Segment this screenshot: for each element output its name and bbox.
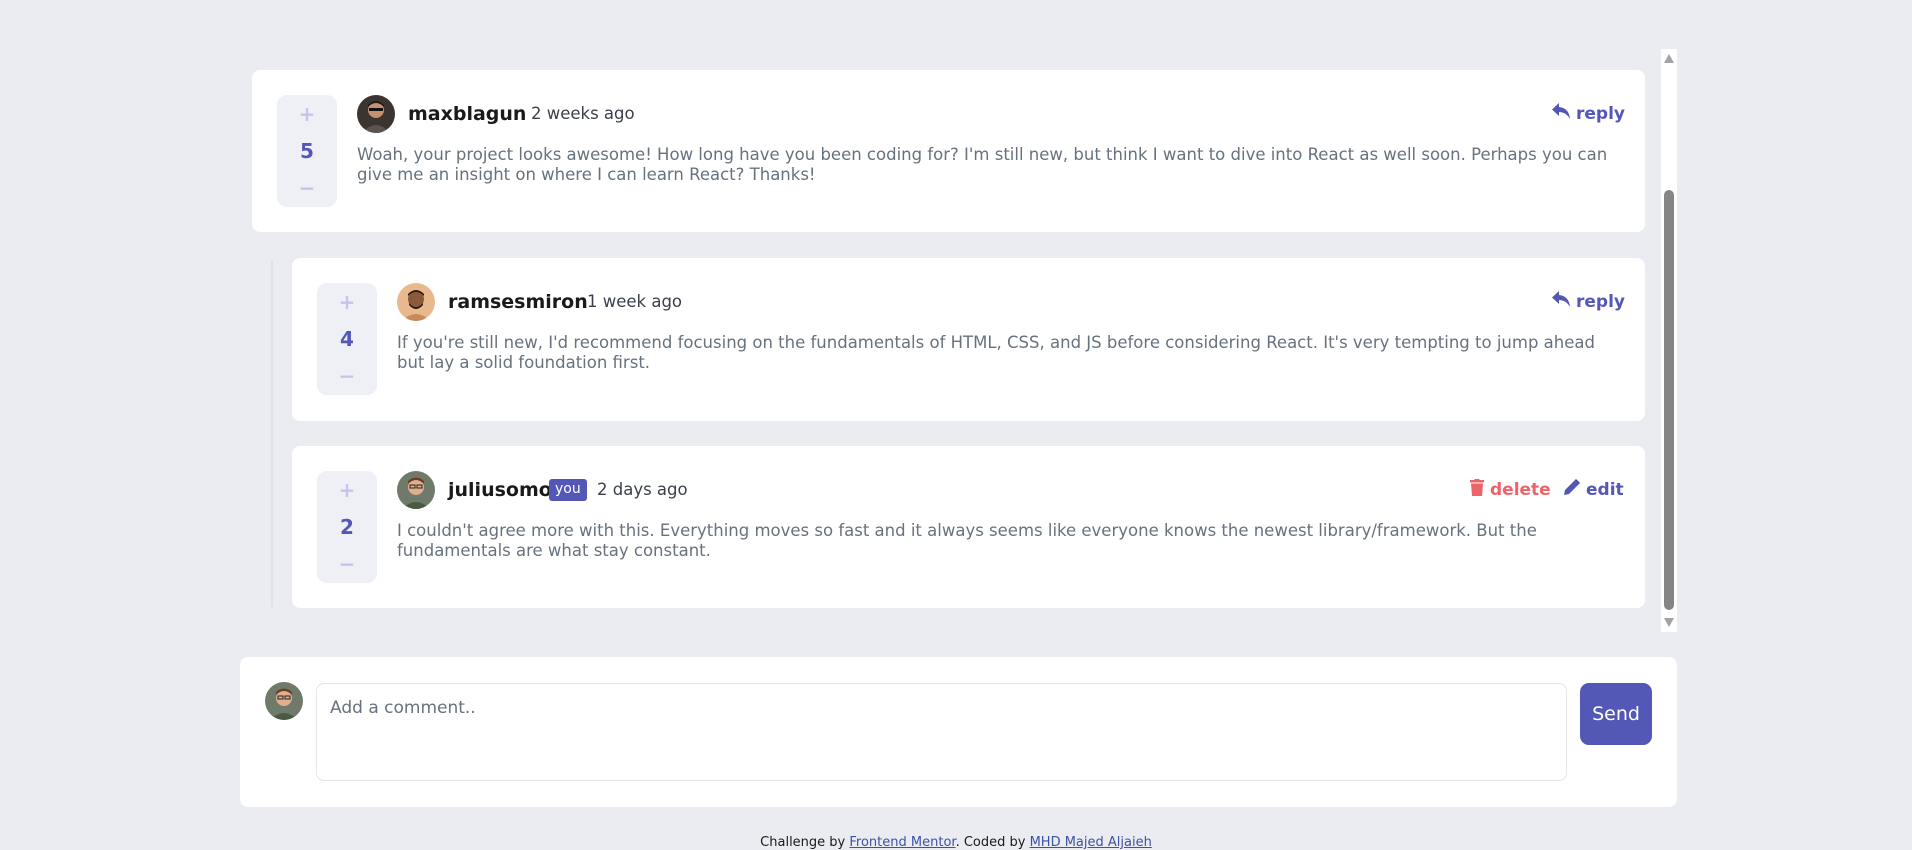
username[interactable]: ramsesmiron (448, 291, 588, 313)
avatar (397, 283, 435, 321)
send-button[interactable]: Send (1580, 683, 1652, 745)
pencil-icon (1564, 479, 1580, 500)
comment-text: Woah, your project looks awesome! How lo… (357, 145, 1608, 184)
score: 2 (340, 515, 354, 539)
avatar (357, 95, 395, 133)
reply-card: + 4 − ramsesmiron 1 week ago reply If yo… (292, 258, 1645, 421)
vertical-scrollbar[interactable] (1661, 49, 1677, 632)
comments-scroll-area[interactable]: + 5 − maxblagun 2 weeks ago reply Woah, … (240, 49, 1677, 632)
comment-card: + 5 − maxblagun 2 weeks ago reply Woah, … (252, 70, 1645, 232)
comment-text: I couldn't agree more with this. Everyth… (397, 521, 1537, 560)
vote-box: + 2 − (317, 471, 377, 583)
username[interactable]: juliusomo (448, 479, 552, 501)
score: 5 (300, 139, 314, 163)
current-user-avatar (265, 682, 303, 720)
timestamp: 1 week ago (587, 292, 683, 311)
reply-button[interactable]: reply (1552, 291, 1625, 312)
reply-arrow-icon (1552, 291, 1570, 312)
edit-button[interactable]: edit (1564, 479, 1624, 500)
footer-attribution: Challenge by Frontend Mentor. Coded by M… (0, 835, 1912, 850)
delete-button[interactable]: delete (1470, 479, 1551, 501)
upvote-button[interactable]: + (277, 104, 337, 124)
vote-box: + 4 − (317, 283, 377, 395)
you-badge: you (549, 479, 587, 501)
trash-icon (1470, 479, 1484, 501)
username[interactable]: maxblagun (408, 103, 526, 125)
thread-line (271, 260, 273, 607)
comments-list: + 5 − maxblagun 2 weeks ago reply Woah, … (240, 49, 1660, 632)
scroll-down-icon[interactable] (1664, 618, 1674, 627)
upvote-button[interactable]: + (317, 480, 377, 500)
score: 4 (340, 327, 354, 351)
reply-card: + 2 − juliusomo you 2 days ago delete ed… (292, 446, 1645, 608)
downvote-button[interactable]: − (317, 366, 377, 386)
scroll-thumb[interactable] (1664, 190, 1674, 610)
comment-composer: Send (240, 657, 1677, 807)
downvote-button[interactable]: − (317, 554, 377, 574)
timestamp: 2 weeks ago (531, 104, 635, 123)
reply-arrow-icon (1552, 103, 1570, 124)
vote-box: + 5 − (277, 95, 337, 207)
scroll-up-icon[interactable] (1664, 54, 1674, 63)
avatar (397, 471, 435, 509)
frontend-mentor-link[interactable]: Frontend Mentor (849, 835, 955, 850)
comment-input[interactable] (316, 683, 1567, 781)
comment-text: If you're still new, I'd recommend focus… (397, 333, 1595, 372)
timestamp: 2 days ago (597, 480, 688, 499)
reply-label: reply (1576, 103, 1625, 124)
author-link[interactable]: MHD Majed Aljaieh (1030, 835, 1152, 850)
footer-challenge-prefix: Challenge by (760, 835, 846, 850)
reply-label: reply (1576, 291, 1625, 312)
upvote-button[interactable]: + (317, 292, 377, 312)
delete-label: delete (1490, 480, 1551, 500)
downvote-button[interactable]: − (277, 178, 337, 198)
reply-button[interactable]: reply (1552, 103, 1625, 124)
footer-coded-prefix: . Coded by (955, 835, 1026, 850)
edit-label: edit (1586, 479, 1624, 500)
